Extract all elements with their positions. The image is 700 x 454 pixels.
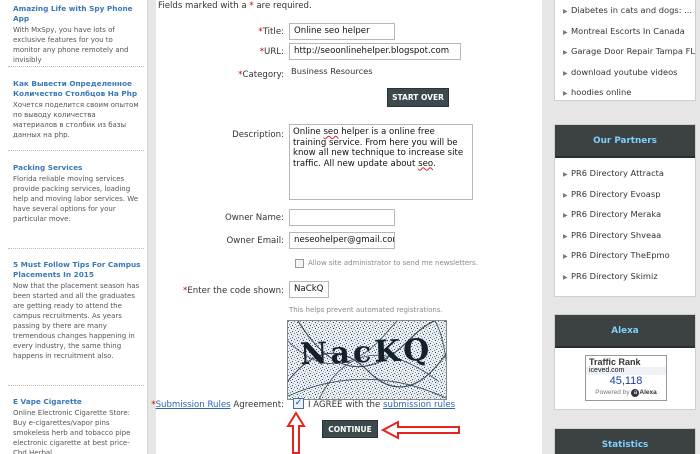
sidebar-ad-body: With MxSpy, you have lots of exclusive f… [13,26,129,64]
alexa-heading: Alexa [555,315,695,348]
sidebar-ad-title[interactable]: Как Вывести Определенное Количество Стол… [13,79,141,99]
arrow-right-icon: ▶ [563,232,568,240]
sidebar-ad-body: Хочется поделится своим опытом по выводу… [13,101,139,139]
recent-link[interactable]: ▶ Diabetes in cats and dogs: ... [563,0,695,21]
sidebar-ad-body: Florida reliable moving services provide… [13,175,139,223]
arrow-right-icon: ▶ [563,171,568,178]
newsletter-checkbox[interactable] [295,259,304,268]
category-value: Business Resources [291,66,373,76]
left-arrow-icon [380,420,460,440]
partner-link[interactable]: ▶ PR6 Directory Meraka [563,204,695,225]
left-sidebar: Amazing Life with Spy Phone App With MxS… [0,0,148,454]
arrow-right-icon: ▶ [563,253,568,260]
divider [8,150,144,151]
sidebar-ad-body: Online Electronic Cigarette Store: Buy e… [13,409,131,454]
arrow-right-icon: ▶ [563,69,568,77]
required-note: Fields marked with a * are required. [158,1,312,11]
code-label: *Enter the code shown: [183,286,284,296]
recent-links-panel: ▶ Diabetes in cats and dogs: ... ▶ Montrea… [554,0,696,101]
continue-button[interactable]: CONTINUE [322,420,378,438]
captcha-image: NacKQ [287,320,447,400]
url-label: *URL: [259,47,284,57]
owner-name-input[interactable] [289,209,395,226]
sidebar-ad-title[interactable]: 5 Must Follow Tips For Campus Placements… [13,260,141,280]
alexa-rank-label: Traffic Rank [589,357,641,367]
owner-email-label: Owner Email: [226,236,284,246]
divider [8,66,144,67]
sidebar-ad-title[interactable]: E Vape Cigarette [13,397,141,407]
arrow-right-icon: ▶ [563,191,568,199]
code-input[interactable]: NaCkQ [289,281,329,298]
recent-link[interactable]: ▶ download youtube videos [563,62,695,83]
partners-panel: Our Partners ▶ PR6 Directory Attracta ▶ PR… [554,124,696,297]
arrow-right-icon: ▶ [563,90,568,97]
alexa-panel: Alexa Traffic Rank iceved.com 45,118 Pow… [554,314,696,410]
arrow-right-icon: ▶ [563,8,568,15]
arrow-right-icon: ▶ [563,49,568,56]
partner-link[interactable]: ▶ PR6 Directory Evoasp [563,184,695,205]
partner-link[interactable]: ▶ PR6 Directory Skimiz [563,266,695,287]
owner-email-input[interactable]: neseohelper@gmail.com [289,232,395,249]
title-label: *Title: [258,27,284,37]
statistics-heading: Statistics [555,429,695,454]
captcha-text: NacKQ [299,332,433,373]
arrow-right-icon: ▶ [563,273,568,281]
alexa-rank-value: 45,118 [609,375,643,387]
alexa-widget[interactable]: Traffic Rank iceved.com 45,118 Powered b… [585,355,667,401]
agree-checkbox[interactable]: ✓ [293,398,304,409]
owner-name-label: Owner Name: [224,213,284,223]
agree-text: I AGREE with the submission rules [308,400,456,410]
submission-rules-link[interactable]: Submission Rules [156,400,231,410]
recent-link[interactable]: ▶ hoodies online [563,82,695,103]
partner-link[interactable]: ▶ PR6 Directory TheEpmo [563,245,695,266]
divider [8,248,144,249]
partners-heading: Our Partners [555,125,695,158]
sidebar-ad-title[interactable]: Packing Services [13,163,141,173]
alexa-powered: Powered by a Alexa [595,389,657,397]
sidebar-ad: 5 Must Follow Tips For Campus Placements… [13,260,141,361]
description-label: Description: [232,130,284,140]
sidebar-ad: Amazing Life with Spy Phone App With MxS… [13,4,141,65]
alexa-site: iceved.com [586,367,666,375]
newsletter-label: Allow site administrator to send me news… [308,259,478,267]
start-over-button[interactable]: START OVER [387,88,449,107]
arrow-right-icon: ▶ [563,212,568,219]
description-textarea[interactable]: Online seo helper is a online free train… [289,124,473,200]
arrow-right-icon: ▶ [563,28,568,36]
title-input[interactable]: Online seo helper [289,23,395,40]
sidebar-ad: E Vape Cigarette Online Electronic Cigar… [13,397,141,454]
agree-rules-link[interactable]: submission rules [383,400,455,410]
divider [8,385,144,386]
url-input[interactable]: http://seoonlinehelper.blogspot.com [289,43,461,60]
agreement-label: *Submission Rules Agreement: [151,400,284,410]
statistics-panel: Statistics [554,428,696,454]
recent-link[interactable]: ▶ Garage Door Repair Tampa FL [563,41,695,62]
category-label: *Category: [238,70,284,80]
sidebar-ad-body: Now that the placement season has been s… [13,282,140,360]
partner-link[interactable]: ▶ PR6 Directory Shveaa [563,225,695,246]
recent-link[interactable]: ▶ Montreal Escorts In Canada [563,21,695,42]
up-arrow-icon [286,411,306,454]
partner-link[interactable]: ▶ PR6 Directory Attracta [563,163,695,184]
sidebar-ad: Packing Services Florida reliable moving… [13,163,141,224]
submission-form: Fields marked with a * are required. *Ti… [151,0,542,454]
code-help: This helps prevent automated registratio… [289,306,443,314]
sidebar-ad-title[interactable]: Amazing Life with Spy Phone App [13,4,141,24]
sidebar-ad: Как Вывести Определенное Количество Стол… [13,79,141,140]
